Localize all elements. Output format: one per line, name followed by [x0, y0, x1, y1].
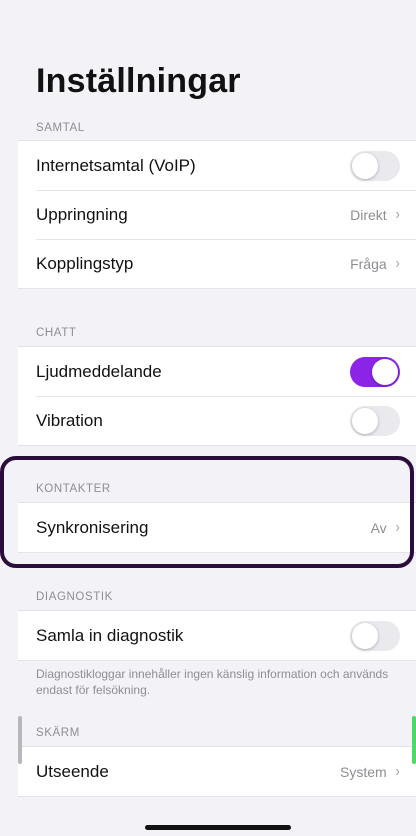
toggle-knob — [352, 152, 378, 179]
group-skarm: Utseende System › — [18, 746, 416, 797]
diagnostik-toggle[interactable] — [350, 620, 400, 651]
row-label: Internetsamtal (VoIP) — [36, 155, 196, 175]
vibration-toggle[interactable] — [350, 405, 400, 436]
row-value: Fråga — [350, 255, 387, 272]
page-title: Inställningar — [36, 62, 241, 100]
toggle-knob — [352, 407, 378, 434]
row-value: Direkt — [350, 206, 387, 223]
toggle-knob — [352, 622, 378, 649]
group-kontakter: Synkronisering Av › — [18, 502, 416, 553]
row-voip[interactable]: Internetsamtal (VoIP) — [18, 141, 416, 190]
ljudmeddelande-toggle[interactable] — [350, 356, 400, 387]
row-label: Uppringning — [36, 204, 128, 224]
row-uppringning[interactable]: Uppringning Direkt › — [18, 190, 416, 239]
diagnostik-footer: Diagnostikloggar innehåller ingen känsli… — [36, 667, 389, 697]
scroll-indicator-left — [18, 716, 22, 764]
row-samla-diagnostik[interactable]: Samla in diagnostik — [18, 611, 416, 660]
row-vibration[interactable]: Vibration — [18, 396, 416, 445]
group-diagnostik: Samla in diagnostik — [18, 610, 416, 661]
row-ljudmeddelande[interactable]: Ljudmeddelande — [18, 347, 416, 396]
chevron-right-icon: › — [395, 205, 400, 223]
toggle-knob — [372, 358, 398, 385]
home-indicator[interactable] — [145, 825, 291, 830]
row-label: Samla in diagnostik — [36, 625, 184, 645]
row-value: Av — [370, 519, 387, 536]
row-kopplingstyp[interactable]: Kopplingstyp Fråga › — [18, 239, 416, 288]
section-header-kontakter: KONTAKTER — [36, 483, 111, 495]
row-label: Ljudmeddelande — [36, 361, 162, 381]
row-synkronisering[interactable]: Synkronisering Av › — [18, 503, 416, 552]
chevron-right-icon: › — [395, 518, 400, 536]
row-utseende[interactable]: Utseende System › — [18, 747, 416, 796]
row-label: Vibration — [36, 410, 103, 430]
section-header-samtal: SAMTAL — [36, 122, 85, 134]
group-chatt: Ljudmeddelande Vibration — [18, 346, 416, 446]
voip-toggle[interactable] — [350, 150, 400, 181]
row-value: System — [339, 763, 387, 780]
section-header-chatt: CHATT — [36, 327, 77, 339]
scroll-indicator-right — [412, 716, 416, 764]
chevron-right-icon: › — [395, 254, 400, 272]
row-label: Synkronisering — [36, 517, 149, 537]
section-header-diagnostik: DIAGNOSTIK — [36, 591, 113, 603]
group-samtal: Internetsamtal (VoIP) Uppringning Direkt… — [18, 140, 416, 289]
row-label: Kopplingstyp — [36, 253, 134, 273]
chevron-right-icon: › — [395, 762, 400, 780]
section-header-skarm: SKÄRM — [36, 727, 80, 739]
row-label: Utseende — [36, 761, 109, 781]
